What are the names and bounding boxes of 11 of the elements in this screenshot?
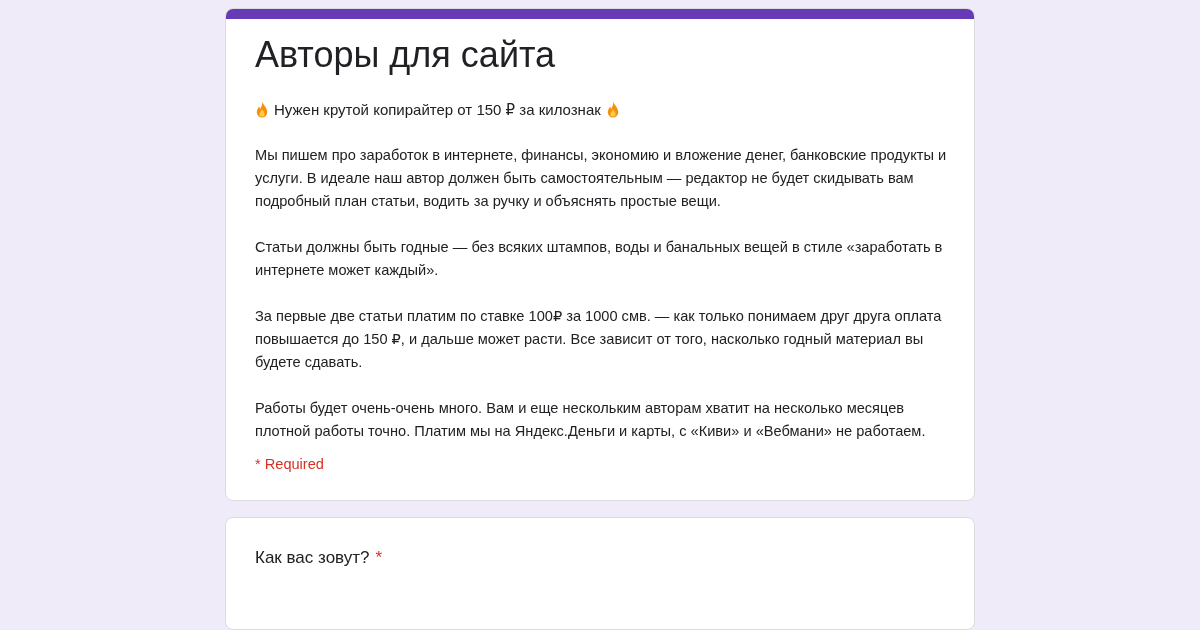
form-title: Авторы для сайта [255, 33, 557, 77]
description-paragraph: За первые две статьи платим по ставке 100₽ за 1000 смв. — как только понимаем друг друга оплата повышается до 150 ₽, и дальше может расти. Все зависит от того, насколько годный материал вы будете сдавать. [255, 307, 943, 372]
description-paragraph: Статьи должны быть годные — без всяких штампов, воды и банальных вещей в стиле «заработать в интернете может каждый». [255, 238, 944, 280]
fire-icon [255, 101, 269, 119]
fire-icon [605, 101, 620, 119]
required-asterisk: * [375, 547, 383, 569]
required-note: * Required [255, 456, 325, 472]
description-paragraph: Работы будет очень-очень много. Вам и еще нескольким авторам хватит на несколько месяцев плотной работы точно. Платим мы на Яндекс.Деньги и карты, с «Киви» и «Вебмани» не работаем. [255, 399, 927, 441]
description-paragraph: Мы пишем про заработок в интернете, финансы, экономию и вложение денег, банковские продукты и услуги. В идеале наш автор должен быть самостоятельным — редактор не будет скидывать вам подробный план статьи, водить за ручку и объяснять простые вещи. [255, 146, 948, 211]
headline-text: Нужен крутой копирайтер от 150 ₽ за килознак [274, 100, 601, 120]
question-title: Как вас зовут? [255, 547, 370, 569]
